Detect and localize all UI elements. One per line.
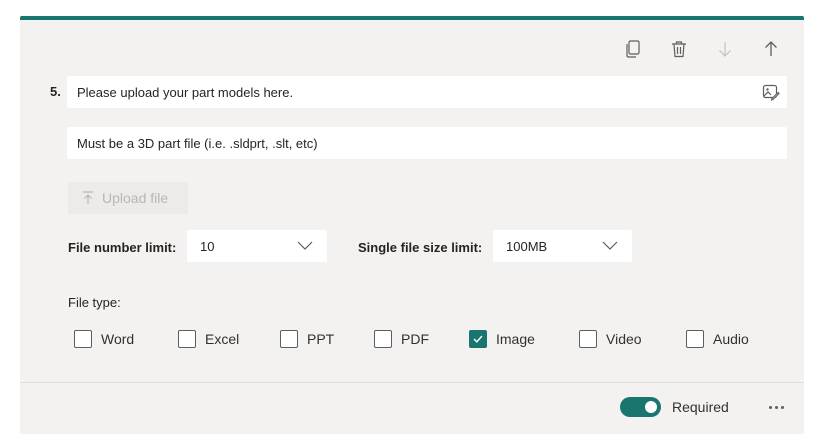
checkbox-box-checked[interactable] xyxy=(469,330,487,348)
question-title-field[interactable]: Please upload your part models here. xyxy=(67,76,787,108)
checkbox-box[interactable] xyxy=(178,330,196,348)
checkbox-box[interactable] xyxy=(686,330,704,348)
question-title: Please upload your part models here. xyxy=(77,85,294,100)
copy-icon[interactable] xyxy=(622,38,644,60)
card-accent-bar xyxy=(20,16,804,20)
checkbox-pdf[interactable]: PDF xyxy=(374,330,429,348)
checkbox-label: Audio xyxy=(713,331,749,347)
checkbox-label: PPT xyxy=(307,331,335,347)
checkbox-image[interactable]: Image xyxy=(469,330,535,348)
checkbox-box[interactable] xyxy=(579,330,597,348)
delete-icon[interactable] xyxy=(668,38,690,60)
question-subtitle: Must be a 3D part file (i.e. .sldprt, .s… xyxy=(77,136,318,151)
file-number-limit-select[interactable]: 10 xyxy=(187,230,327,262)
upload-arrow-icon xyxy=(83,191,93,204)
checkbox-video[interactable]: Video xyxy=(579,330,642,348)
upload-file-button[interactable]: Upload file xyxy=(68,182,188,214)
question-card: 5. Please upload your part models here. … xyxy=(20,16,804,434)
checkbox-word[interactable]: Word xyxy=(74,330,134,348)
more-options-icon[interactable] xyxy=(764,397,788,417)
question-subtitle-field[interactable]: Must be a 3D part file (i.e. .sldprt, .s… xyxy=(67,127,787,159)
footer-divider xyxy=(20,382,804,383)
file-size-limit-select[interactable]: 100MB xyxy=(493,230,632,262)
checkmark-icon xyxy=(473,335,483,343)
chevron-down-icon xyxy=(602,241,618,250)
checkbox-audio[interactable]: Audio xyxy=(686,330,749,348)
file-type-label: File type: xyxy=(68,295,121,310)
checkbox-label: Word xyxy=(101,331,135,347)
checkbox-label: Image xyxy=(496,331,535,347)
checkbox-ppt[interactable]: PPT xyxy=(280,330,334,348)
required-label: Required xyxy=(672,399,729,415)
insert-media-icon[interactable] xyxy=(761,82,781,102)
toggle-knob xyxy=(645,401,657,413)
move-down-icon[interactable] xyxy=(714,38,736,60)
checkbox-label: Video xyxy=(606,331,642,347)
checkbox-box[interactable] xyxy=(74,330,92,348)
checkbox-label: Excel xyxy=(205,331,240,347)
file-number-limit-value: 10 xyxy=(200,239,215,254)
question-number: 5. xyxy=(50,84,61,99)
required-toggle[interactable] xyxy=(620,397,661,417)
file-size-limit-label: Single file size limit: xyxy=(358,240,483,255)
checkbox-label: PDF xyxy=(401,331,429,347)
file-size-limit-value: 100MB xyxy=(506,239,548,254)
file-number-limit-label: File number limit: xyxy=(68,240,177,255)
checkbox-box[interactable] xyxy=(280,330,298,348)
upload-file-label: Upload file xyxy=(102,190,169,206)
chevron-down-icon xyxy=(297,241,313,250)
checkbox-box[interactable] xyxy=(374,330,392,348)
checkbox-excel[interactable]: Excel xyxy=(178,330,239,348)
move-up-icon[interactable] xyxy=(760,38,782,60)
